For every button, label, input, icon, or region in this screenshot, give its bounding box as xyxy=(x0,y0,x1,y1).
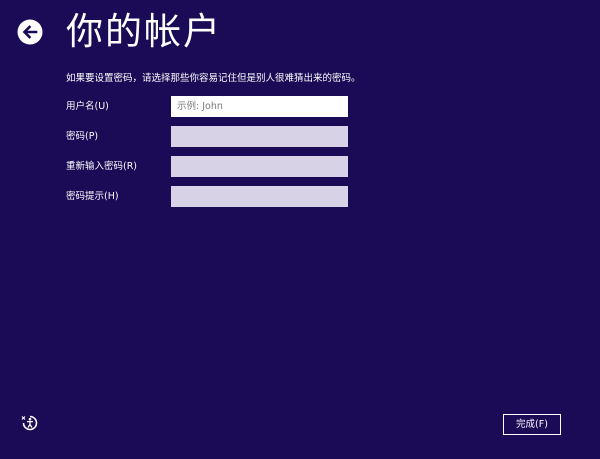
account-setup-screen: 你的帐户 如果要设置密码，请选择那些你容易记住但是别人很难猜出来的密码。 用户名… xyxy=(0,0,600,459)
password-label: 密码(P) xyxy=(66,131,99,142)
confirm-password-label: 重新输入密码(R) xyxy=(66,161,138,172)
password-hint-row: 密码提示(H) xyxy=(66,186,356,208)
page-title: 你的帐户 xyxy=(66,10,222,53)
back-button[interactable] xyxy=(16,18,44,46)
password-input[interactable] xyxy=(171,126,348,147)
password-hint-label: 密码提示(H) xyxy=(66,191,119,202)
ease-of-access-icon xyxy=(21,415,38,431)
confirm-password-input[interactable] xyxy=(171,156,348,177)
username-input[interactable] xyxy=(171,96,348,117)
password-row: 密码(P) xyxy=(66,126,356,148)
confirm-password-row: 重新输入密码(R) xyxy=(66,156,356,178)
finish-button[interactable]: 完成(F) xyxy=(503,414,561,435)
ease-of-access-button[interactable] xyxy=(21,414,39,432)
password-hint-input[interactable] xyxy=(171,186,348,207)
username-label: 用户名(U) xyxy=(66,101,109,112)
username-row: 用户名(U) xyxy=(66,96,356,118)
instructions-text: 如果要设置密码，请选择那些你容易记住但是别人很难猜出来的密码。 xyxy=(66,73,361,84)
back-arrow-icon xyxy=(17,19,43,45)
